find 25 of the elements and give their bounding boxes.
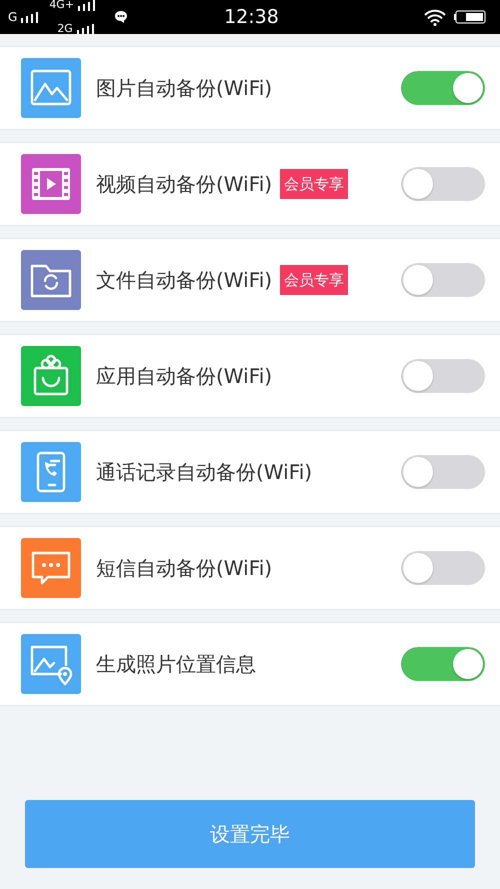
battery-icon bbox=[454, 10, 486, 24]
setting-label: 应用自动备份(WiFi) bbox=[96, 363, 272, 390]
chat-icon bbox=[114, 10, 128, 24]
setting-label: 通话记录自动备份(WiFi) bbox=[96, 459, 312, 486]
toggle-switch[interactable] bbox=[401, 455, 485, 489]
toggle-switch[interactable] bbox=[401, 263, 485, 297]
network-label: 4G+ bbox=[49, 0, 74, 11]
vip-tag: 会员专享 bbox=[280, 264, 348, 296]
toggle-switch[interactable] bbox=[401, 71, 485, 105]
carrier-label: G bbox=[8, 10, 18, 24]
toggle-switch[interactable] bbox=[401, 167, 485, 201]
vip-tag: 会员专享 bbox=[280, 168, 348, 200]
toggle-switch[interactable] bbox=[401, 647, 485, 681]
setting-label: 短信自动备份(WiFi) bbox=[96, 555, 272, 582]
setting-label: 图片自动备份(WiFi) bbox=[96, 75, 272, 102]
setting-label: 视频自动备份(WiFi) bbox=[96, 171, 272, 198]
toggle-switch[interactable] bbox=[401, 359, 485, 393]
clock: 12:38 bbox=[224, 4, 279, 30]
done-button[interactable]: 设置完毕 bbox=[25, 800, 475, 868]
setting-label: 生成照片位置信息 bbox=[96, 651, 256, 678]
signal-icon bbox=[76, 24, 97, 36]
wifi-icon bbox=[424, 8, 446, 26]
network-label: 2G bbox=[57, 23, 73, 35]
toggle-switch[interactable] bbox=[401, 551, 485, 585]
setting-label: 文件自动备份(WiFi) bbox=[96, 267, 272, 294]
